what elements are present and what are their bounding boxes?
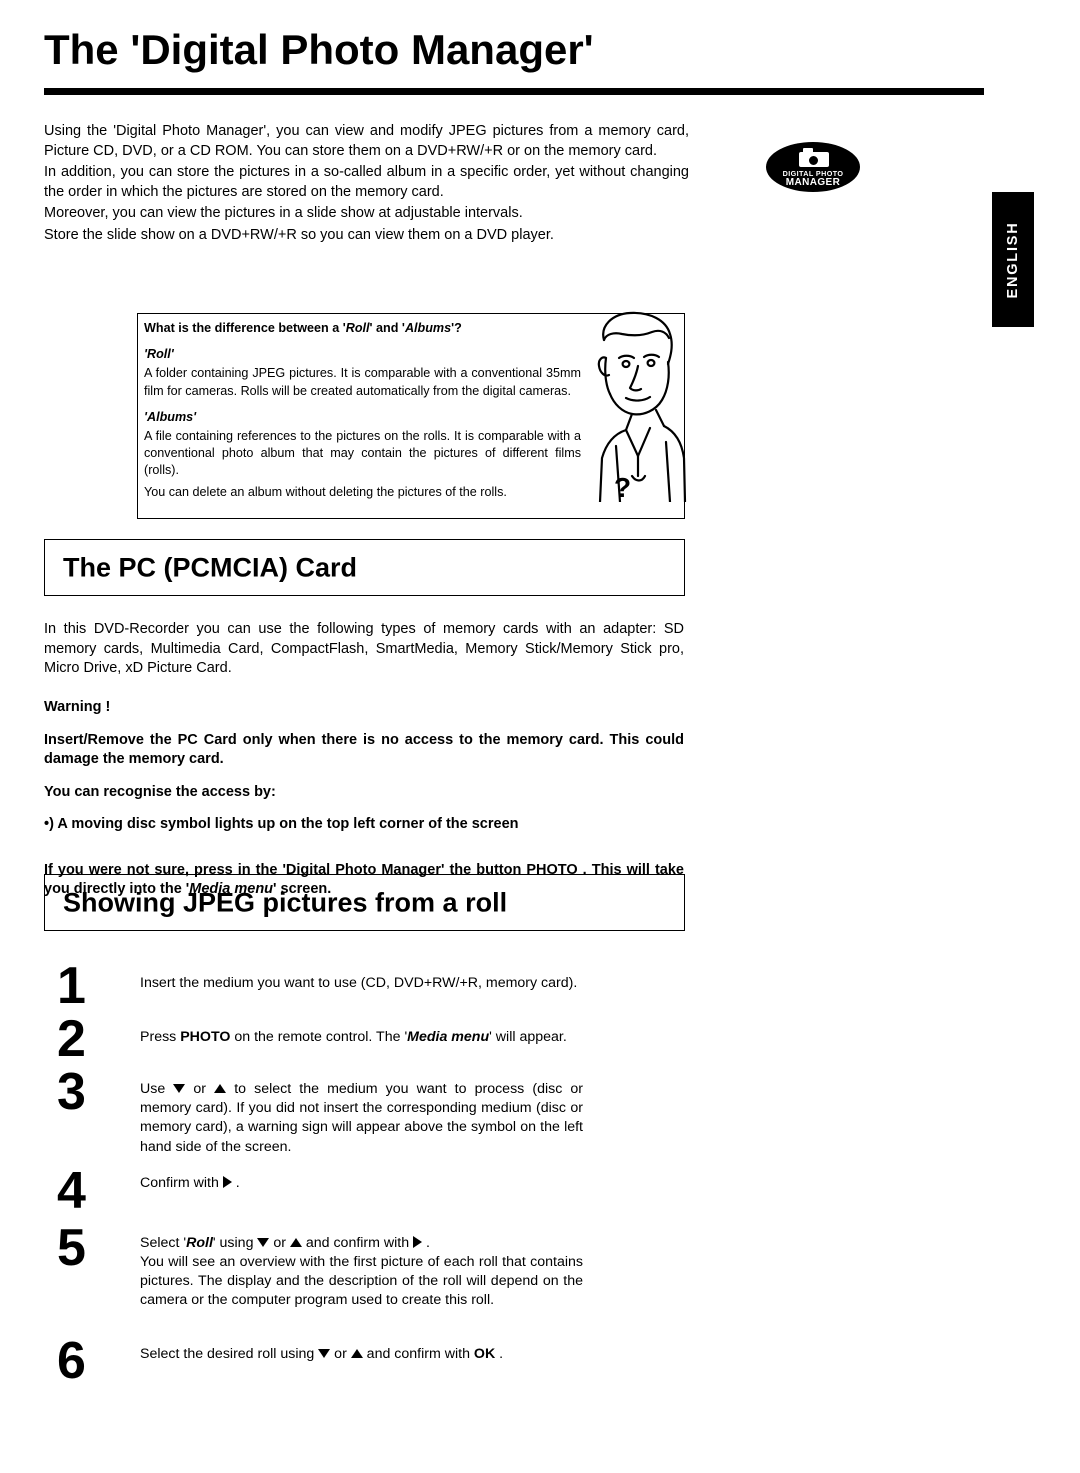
step-text-4: Confirm with .	[140, 1175, 240, 1191]
document-page: The 'Digital Photo Manager' Using the 'D…	[0, 0, 1080, 1473]
step-text-2: Press PHOTO on the remote control. The '…	[140, 1029, 567, 1045]
warning-text: Insert/Remove the PC Card only when ther…	[44, 731, 684, 768]
section-header-showing-jpeg: Showing JPEG pictures from a roll	[44, 874, 685, 931]
right-arrow-icon	[413, 1236, 423, 1249]
warning-heading: Warning !	[44, 699, 111, 715]
step-text-5: Select 'Roll' using or and confirm with …	[140, 1235, 430, 1251]
intro-paragraph-3: Moreover, you can view the pictures in a…	[44, 205, 523, 221]
down-arrow-icon	[257, 1237, 270, 1247]
step-number-3: 3	[57, 1063, 86, 1121]
step-number-4: 4	[57, 1162, 86, 1220]
right-arrow-icon	[222, 1176, 232, 1189]
step-number-2: 2	[57, 1010, 86, 1068]
language-tab: ENGLISH	[992, 192, 1034, 327]
pc-card-paragraph-block: In this DVD-Recorder you can use the fol…	[44, 620, 684, 679]
step-text-3: Use or to select the medium you want to …	[140, 1081, 584, 1155]
page-title: The 'Digital Photo Manager'	[44, 26, 594, 73]
intro-paragraph-2: In addition, you can store the pictures …	[44, 164, 689, 200]
access-bullet: •) A moving disc symbol lights up on the…	[44, 816, 519, 832]
intro-paragraph-4: Store the slide show on a DVD+RW/+R so y…	[44, 226, 554, 243]
digital-photo-manager-logo: DIGITAL PHOTO MANAGER	[766, 142, 860, 192]
step-text-5-body: You will see an overview with the first …	[140, 1254, 583, 1309]
info-box-question: What is the difference between a 'Roll' …	[144, 321, 462, 335]
up-arrow-icon	[289, 1237, 302, 1247]
info-box-content: What is the difference between a 'Roll' …	[144, 320, 581, 505]
down-arrow-icon	[318, 1348, 331, 1358]
albums-heading: 'Albums'	[144, 409, 197, 424]
thinking-man-drawing	[597, 311, 687, 504]
intro-paragraph-1: Using the 'Digital Photo Manager', you c…	[44, 123, 689, 159]
step-number-6: 6	[57, 1332, 86, 1390]
roll-heading: 'Roll'	[144, 347, 174, 362]
pc-card-paragraph: In this DVD-Recorder you can use the fol…	[44, 621, 684, 676]
thinking-man-illustration	[586, 306, 690, 504]
recognise-heading: You can recognise the access by:	[44, 783, 276, 800]
step-number-5: 5	[57, 1219, 86, 1277]
section-header-pc-card: The PC (PCMCIA) Card	[44, 539, 685, 596]
roll-description: A folder containing JPEG pictures. It is…	[144, 366, 581, 398]
albums-description-2: You can delete an album without deleting…	[144, 484, 507, 499]
language-tab-label: ENGLISH	[1005, 221, 1021, 299]
down-arrow-icon	[173, 1083, 186, 1093]
up-arrow-icon	[214, 1083, 227, 1093]
intro-paragraphs: Using the 'Digital Photo Manager', you c…	[44, 122, 689, 247]
section-title-pc-card: The PC (PCMCIA) Card	[63, 552, 358, 582]
question-mark-glyph: ?	[614, 472, 632, 503]
warning-block: Warning ! Insert/Remove the PC Card only…	[44, 698, 684, 900]
albums-description: A file containing references to the pict…	[144, 429, 581, 478]
section-title-showing-jpeg: Showing JPEG pictures from a roll	[63, 887, 508, 917]
step-text-1: Insert the medium you want to use (CD, D…	[140, 975, 578, 991]
up-arrow-icon	[350, 1348, 363, 1358]
step-number-1: 1	[57, 957, 86, 1015]
logo-line-2: MANAGER	[785, 177, 841, 188]
step-text-6: Select the desired roll using or and con…	[140, 1346, 504, 1362]
title-divider	[44, 88, 984, 95]
digital-camera-icon	[791, 148, 835, 169]
